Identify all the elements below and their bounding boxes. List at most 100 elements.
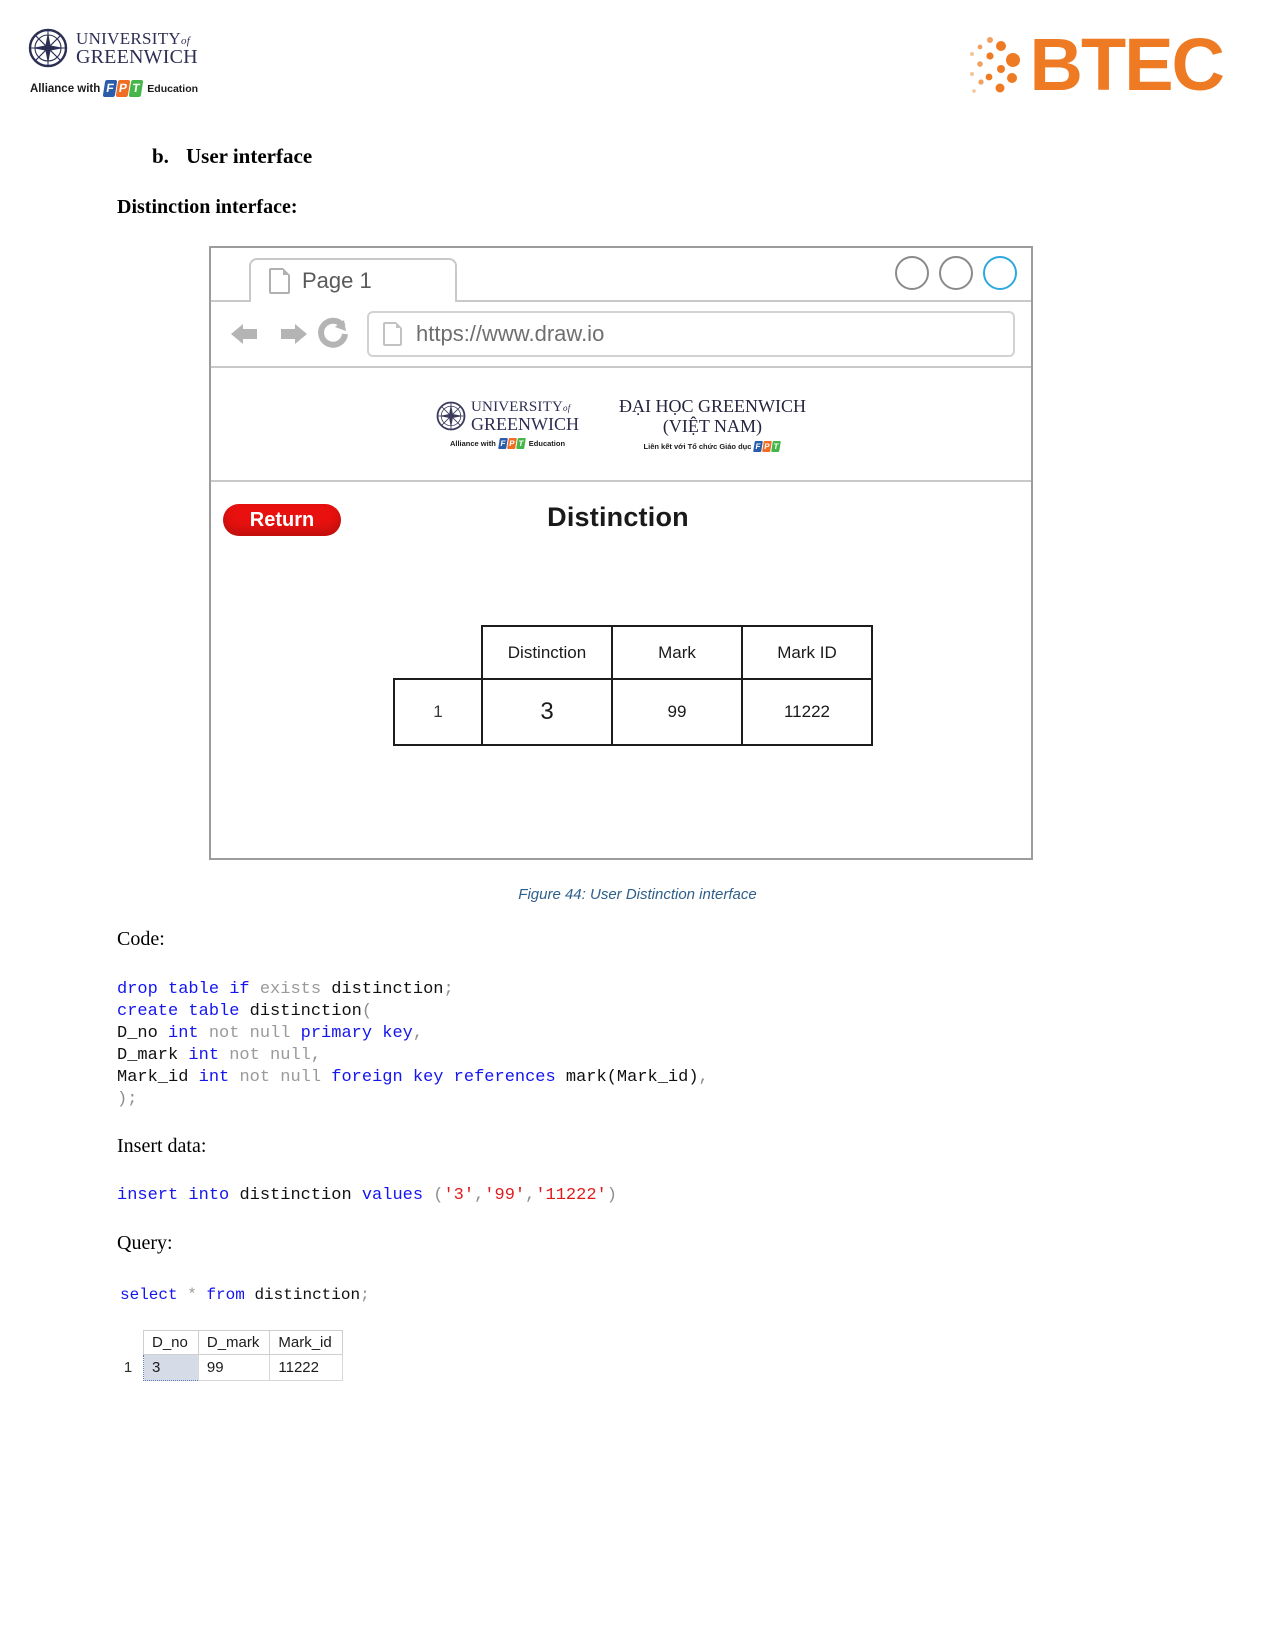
site-alliance-suffix: Education — [528, 438, 566, 448]
type-int-2: int — [188, 1046, 220, 1065]
result-header-d-no[interactable]: D_no — [143, 1330, 199, 1355]
sub-heading: Distinction interface: — [117, 196, 298, 218]
id-distinction-1: distinction — [331, 980, 444, 999]
btec-logo: BTEC — [968, 24, 1225, 106]
punct-comma-4: , — [474, 1186, 485, 1205]
punct-semicolon-1: ; — [443, 980, 454, 999]
maximize-button[interactable] — [939, 256, 973, 290]
punct-semicolon-2: ; — [360, 1286, 370, 1304]
punct-close-statement: ); — [117, 1090, 138, 1109]
sql-query-block: select * from distinction; — [120, 1284, 370, 1306]
id-distinction-3: distinction — [239, 1186, 352, 1205]
page-header: UNIVERSITYof GREENWICH Alliance with F P… — [0, 0, 1275, 130]
fpt-letter-t: T — [771, 441, 782, 453]
site-uog-line2: GREENWICH — [471, 413, 579, 434]
url-text: https://www.draw.io — [416, 321, 605, 346]
section-heading-text: User interface — [186, 144, 313, 168]
value-distinction: '3' — [443, 1186, 475, 1205]
browser-tab-label: Page 1 — [302, 268, 372, 293]
result-cell-d-no[interactable]: 3 — [143, 1354, 199, 1381]
type-int-1: int — [168, 1024, 199, 1043]
table-header-distinction: Distinction — [481, 625, 613, 680]
result-header-d-mark[interactable]: D_mark — [197, 1330, 271, 1355]
sql-create-block: drop table if exists distinction; create… — [117, 979, 709, 1111]
site-vn-alliance-lockup: Liên kết với Tổ chức Giáo dục F P T — [643, 441, 782, 453]
value-mark: '99' — [484, 1186, 526, 1205]
page-title: Distinction — [547, 502, 689, 532]
compass-rose-icon — [28, 28, 68, 68]
punct-comma-3: , — [698, 1068, 709, 1087]
col-d-no: D_no — [117, 1024, 158, 1043]
punct-close-paren-2: ) — [606, 1186, 617, 1205]
fpt-logo-icon: F P T — [497, 437, 526, 449]
constraint-not-null-1: not null — [208, 1024, 291, 1043]
punct-open-paren-2: ( — [433, 1186, 444, 1205]
page-content-area: Return Distinction Distinction Mark Mark… — [211, 482, 1031, 862]
result-row-number[interactable]: 1 — [113, 1354, 144, 1381]
kw-create: create — [117, 1002, 179, 1021]
select-star: * — [187, 1286, 197, 1304]
kw-drop: drop — [117, 980, 158, 999]
type-int-3: int — [198, 1068, 230, 1087]
back-arrow-icon[interactable] — [227, 317, 267, 351]
result-row: 1 3 99 11222 — [113, 1354, 343, 1381]
result-cell-mark-id[interactable]: 11222 — [269, 1354, 343, 1381]
kw-values: values — [361, 1186, 424, 1205]
reload-icon[interactable] — [315, 316, 351, 352]
kw-into: into — [188, 1186, 230, 1205]
alliance-fpt-lockup: Alliance with F P T Education — [30, 80, 228, 97]
label-insert-data: Insert data: — [117, 1135, 207, 1157]
kw-select: select — [120, 1286, 178, 1304]
site-header-logos: UNIVERSITYof GREENWICH Alliance with F P… — [211, 368, 1031, 482]
reference-mark-table: mark(Mark_id) — [565, 1068, 699, 1087]
site-uog-of: of — [563, 402, 571, 413]
result-cell-d-mark[interactable]: 99 — [197, 1354, 271, 1381]
site-vn-line2: (VIỆT NAM) — [662, 416, 763, 436]
forward-arrow-icon[interactable] — [271, 317, 311, 351]
kw-insert: insert — [117, 1186, 179, 1205]
result-table: D_no D_mark Mark_id 1 3 99 11222 — [113, 1330, 343, 1381]
uog-of: of — [181, 34, 191, 47]
result-header-row: D_no D_mark Mark_id — [113, 1330, 343, 1355]
browser-url-bar: https://www.draw.io — [211, 302, 1031, 368]
site-uog-line1: UNIVERSITY — [471, 398, 564, 415]
kw-from: from — [206, 1286, 245, 1304]
col-mark-id: Mark_id — [117, 1068, 189, 1087]
site-alliance-lockup: Alliance with F P T Education — [450, 437, 566, 449]
site-vietnam-logo: ĐẠI HỌC GREENWICH (VIỆT NAM) Liên kết vớ… — [619, 395, 806, 453]
label-code: Code: — [117, 928, 165, 950]
minimize-button[interactable] — [895, 256, 929, 290]
result-header-mark-id[interactable]: Mark_id — [269, 1330, 343, 1355]
university-of-greenwich-logo: UNIVERSITYof GREENWICH Alliance with F P… — [28, 28, 228, 97]
punct-comma-5: , — [525, 1186, 536, 1205]
constraint-not-null-3: not null — [239, 1068, 322, 1087]
url-input[interactable]: https://www.draw.io — [367, 311, 1015, 357]
alliance-prefix: Alliance with — [30, 82, 101, 95]
window-controls — [895, 256, 1017, 290]
browser-tab-page-1[interactable]: Page 1 — [249, 258, 457, 302]
kw-table-2: table — [188, 1002, 240, 1021]
page-icon — [383, 322, 402, 346]
table-cell-mark-id: 11222 — [741, 678, 873, 746]
table-row: 1 3 99 11222 — [393, 678, 873, 746]
query-result-grid: D_no D_mark Mark_id 1 3 99 11222 — [113, 1330, 343, 1381]
col-d-mark: D_mark — [117, 1046, 179, 1065]
section-heading: b. User interface — [152, 144, 312, 169]
kw-if: if — [229, 980, 250, 999]
section-heading-letter: b. — [152, 144, 169, 168]
fpt-logo-icon: F P T — [102, 80, 144, 97]
alliance-suffix: Education — [147, 82, 199, 95]
table-cell-mark: 99 — [611, 678, 743, 746]
fpt-letter-f: F — [497, 437, 508, 449]
kw-exists: exists — [259, 980, 322, 999]
site-vn-line1: ĐẠI HỌC GREENWICH — [619, 395, 806, 416]
table-row-index: 1 — [393, 678, 483, 746]
uog-line1: UNIVERSITY — [76, 28, 181, 48]
close-button[interactable] — [983, 256, 1017, 290]
value-mark-id: '11222' — [535, 1186, 607, 1205]
fpt-letter-t: T — [515, 437, 526, 449]
table-header-blank — [394, 626, 482, 679]
figure-caption: Figure 44: User Distinction interface — [518, 886, 757, 903]
site-vn-alliance-prefix: Liên kết với Tổ chức Giáo dục — [643, 442, 752, 452]
punct-comma-2: , — [310, 1046, 322, 1065]
